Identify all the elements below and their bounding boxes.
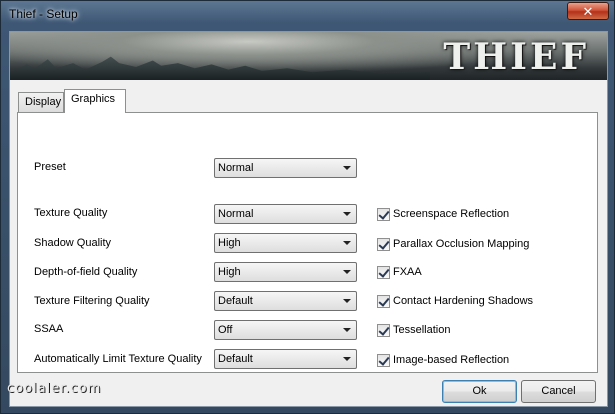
auto-limit-texture-quality-select[interactable]: Default [214,349,357,369]
preset-value: Normal [218,162,254,174]
chevron-down-icon [343,357,351,361]
chevron-down-icon [343,212,351,216]
checkmark-icon [378,295,390,307]
auto-limit-texture-quality-label: Automatically Limit Texture Quality [34,353,202,365]
tessellation-label[interactable]: Tessellation [393,324,450,336]
texture-quality-select[interactable]: Normal [214,204,357,224]
chevron-down-icon [343,299,351,303]
tessellation-checkbox[interactable] [377,324,390,337]
setup-window: Thief - Setup ✕ THIEF Display Graphics P… [0,0,615,414]
parallax-occlusion-mapping-label[interactable]: Parallax Occlusion Mapping [393,238,529,250]
depth-of-field-quality-label: Depth-of-field Quality [34,266,138,278]
ssaa-label: SSAA [34,323,64,335]
texture-filtering-quality-label: Texture Filtering Quality [34,295,150,307]
fxaa-label[interactable]: FXAA [393,266,422,278]
shadow-quality-select[interactable]: High [214,233,357,253]
depth-of-field-quality-select[interactable]: High [214,262,357,282]
image-based-reflection-label[interactable]: Image-based Reflection [393,354,509,366]
contact-hardening-shadows-label[interactable]: Contact Hardening Shadows [393,295,533,307]
shadow-quality-label: Shadow Quality [34,237,112,249]
site-watermark: coolaler.com [7,381,102,396]
ssaa-select[interactable]: Off [214,320,357,340]
auto-limit-texture-quality-value: Default [218,353,253,365]
checkmark-icon [378,238,390,250]
parallax-occlusion-mapping-checkbox[interactable] [377,238,390,251]
tab-display-label: Display [25,96,62,108]
screenspace-reflection-checkbox[interactable] [377,208,390,221]
checkmark-icon [378,266,390,278]
close-button[interactable]: ✕ [567,2,609,20]
preset-select[interactable]: Normal [214,158,357,178]
texture-filtering-quality-value: Default [218,295,253,307]
tab-display[interactable]: Display [18,92,64,112]
graphics-panel: Preset Normal Texture Quality Normal Sha… [17,112,598,373]
screenspace-reflection-label[interactable]: Screenspace Reflection [393,208,509,220]
cancel-button[interactable]: Cancel [521,380,596,403]
chevron-down-icon [343,166,351,170]
title-bar[interactable]: Thief - Setup ✕ [1,1,615,29]
depth-of-field-quality-value: High [218,266,241,278]
chevron-down-icon [343,241,351,245]
close-icon: ✕ [582,4,594,19]
ok-button[interactable]: Ok [442,380,517,403]
preset-label: Preset [34,161,66,173]
texture-quality-value: Normal [218,208,254,220]
checkmark-icon [378,324,390,336]
checkmark-icon [378,208,390,220]
tab-graphics[interactable]: Graphics [64,89,126,113]
checkmark-icon [378,354,390,366]
tab-graphics-label: Graphics [71,93,116,105]
image-based-reflection-checkbox[interactable] [377,354,390,367]
ssaa-value: Off [218,324,233,336]
city-skyline-image [10,56,430,80]
texture-quality-label: Texture Quality [34,207,108,219]
window-title: Thief - Setup [9,7,78,21]
thief-banner: THIEF [10,32,607,80]
chevron-down-icon [343,328,351,332]
texture-filtering-quality-select[interactable]: Default [214,291,357,311]
client-area: THIEF Display Graphics Preset Normal Tex… [9,31,608,407]
chevron-down-icon [343,270,351,274]
fxaa-checkbox[interactable] [377,266,390,279]
contact-hardening-shadows-checkbox[interactable] [377,295,390,308]
shadow-quality-value: High [218,237,241,249]
thief-logo: THIEF [443,36,589,78]
